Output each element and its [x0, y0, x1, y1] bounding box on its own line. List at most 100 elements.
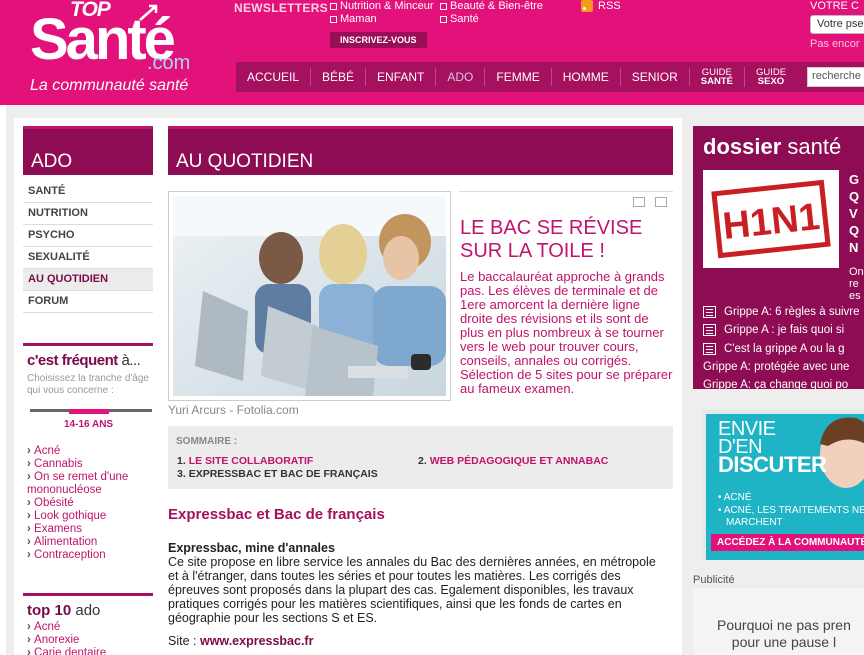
nav-item-homme[interactable]: HOMME — [552, 68, 621, 86]
summary-item-3[interactable]: 3. EXPRESSBAC ET BAC DE FRANÇAIS — [177, 468, 378, 480]
photo-credit: Yuri Arcurs - Fotolia.com — [168, 403, 299, 417]
top10-list: Acné Anorexie Carie dentaire — [27, 621, 106, 655]
nav-guide-line: SANTÉ — [700, 76, 733, 87]
frequent-title-bold: c'est fréquent — [27, 352, 118, 369]
left-menu-item-nutrition[interactable]: NUTRITION — [23, 203, 153, 225]
banner-line-bold: DISCUTER — [718, 452, 827, 477]
summary-item-link[interactable]: WEB PÉDAGOGIQUE ET ANNABAC — [430, 455, 609, 467]
summary-box: SOMMAIRE : 1. LE SITE COLLABORATIF 2. WE… — [168, 426, 673, 489]
list-item[interactable]: On se remet d'une — [27, 471, 128, 484]
site-link[interactable]: www.expressbac.fr — [200, 634, 313, 648]
frequent-title: c'est fréquent à... — [23, 343, 153, 373]
nav-item-guide-sante[interactable]: GUIDE SANTÉ — [690, 67, 745, 87]
banner-bullet[interactable]: • ACNÉ, LES TRAITEMENTS NE — [718, 505, 864, 516]
nav-item-accueil[interactable]: ACCUEIL — [236, 68, 312, 86]
h1n1-image[interactable]: H1N1 — [703, 170, 839, 268]
nav-item-femme[interactable]: FEMME — [485, 68, 552, 86]
summary-label: SOMMAIRE : — [176, 436, 238, 447]
site-logo[interactable]: TOP Santé .com La communauté santé — [30, 0, 220, 100]
community-cta-button[interactable]: ACCÉDEZ À LA COMMUNAUTÉ — [711, 534, 864, 551]
print-icon[interactable] — [655, 197, 667, 207]
main-nav: ACCUEIL BÉBÉ ENFANT ADO FEMME HOMME SENI… — [236, 62, 864, 92]
h1n1-stamp-text: H1N1 — [721, 196, 822, 248]
list-item[interactable]: Cannabis — [27, 458, 128, 471]
left-menu-item-sexualite[interactable]: SEXUALITÉ — [23, 247, 153, 269]
dossier-side-line: G — [849, 172, 860, 187]
banner-bullet[interactable]: MARCHENT — [726, 517, 783, 528]
account-label: VOTRE C — [810, 0, 859, 12]
summary-item-number: 3. — [177, 468, 186, 480]
summary-item-link[interactable]: LE SITE COLLABORATIF — [189, 455, 314, 467]
article-body: Ce site propose en libre service les ann… — [168, 555, 656, 625]
summary-item-2[interactable]: 2. WEB PÉDAGOGIQUE ET ANNABAC — [418, 455, 608, 467]
ad-text: Pourquoi ne pas pren pour une pause l — [717, 617, 851, 651]
nav-guide-line: SEXO — [757, 76, 785, 87]
ad-text-line: Pourquoi ne pas pren — [717, 617, 851, 633]
newsletter-option-maman[interactable]: Maman — [330, 13, 377, 25]
list-item[interactable]: Carie dentaire — [27, 647, 106, 655]
summary-item-number: 2. — [418, 455, 427, 467]
newsletter-option-sante[interactable]: Santé — [440, 13, 479, 25]
banner-bullet[interactable]: • ACNÉ — [718, 492, 752, 503]
rss-link[interactable]: RSS — [581, 0, 621, 12]
left-menu-item-forum[interactable]: FORUM — [23, 291, 153, 313]
checkbox-icon[interactable] — [330, 15, 337, 23]
subscribe-button[interactable]: INSCRIVEZ-VOUS — [330, 32, 427, 48]
left-menu-item-au-quotidien[interactable]: AU QUOTIDIEN — [23, 269, 153, 291]
list-item[interactable]: Acné — [27, 621, 106, 634]
dossier-side-small-line: es — [849, 290, 861, 302]
dossier-side-text: G Q V Q N — [849, 171, 859, 256]
list-item[interactable]: Contraception — [27, 549, 128, 562]
community-banner[interactable]: ENVIE D'EN DISCUTER • ACNÉ • ACNÉ, LES T… — [703, 410, 864, 560]
newsletter-option-nutrition[interactable]: Nutrition & Minceur — [330, 0, 434, 12]
students-laptops-image — [173, 196, 446, 396]
checkbox-icon[interactable] — [440, 15, 447, 23]
checkbox-icon[interactable] — [440, 2, 447, 10]
list-item[interactable]: Acné — [27, 445, 128, 458]
age-slider-thumb[interactable] — [69, 409, 109, 414]
nav-item-senior[interactable]: SENIOR — [621, 68, 690, 86]
dossier-side-line: Q — [849, 189, 860, 204]
search-input[interactable]: recherche — [807, 67, 864, 87]
nav-item-guide-sexo[interactable]: GUIDE SEXO — [745, 67, 797, 87]
ad-label: Publicité — [693, 574, 735, 586]
nav-item-ado[interactable]: ADO — [436, 68, 486, 86]
account-username-input[interactable]: Votre pse — [810, 15, 864, 34]
list-item[interactable]: Alimentation — [27, 536, 128, 549]
left-menu-item-sante[interactable]: SANTÉ — [23, 181, 153, 203]
list-item[interactable]: mononucléose — [27, 484, 128, 497]
checkbox-icon[interactable] — [330, 2, 337, 10]
email-icon[interactable] — [633, 197, 645, 207]
dossier-side-small-line: re — [849, 278, 859, 290]
signup-link[interactable]: Pas encor — [810, 38, 860, 50]
dossier-link-3[interactable]: C'est la grippe A ou la g — [703, 343, 844, 355]
newsletter-option-beaute[interactable]: Beauté & Bien-être — [440, 0, 543, 12]
dossier-link-2[interactable]: Grippe A : je fais quoi si — [703, 324, 844, 336]
list-item[interactable]: Obésité — [27, 497, 128, 510]
document-icon — [703, 306, 716, 318]
summary-item-1[interactable]: 1. LE SITE COLLABORATIF — [177, 455, 313, 467]
dossier-link-5[interactable]: Grippe A: ça change quoi po — [703, 379, 848, 389]
h1n1-stamp-icon: H1N1 — [711, 179, 831, 259]
newsletters-label: NEWSLETTERS — [234, 1, 328, 15]
dossier-link-4[interactable]: Grippe A: protégée avec une — [703, 361, 849, 373]
frequent-list: Acné Cannabis On se remet d'une mononucl… — [27, 445, 128, 562]
dossier-link-1[interactable]: Grippe A: 6 règles à suivre — [703, 306, 860, 318]
ad-banner[interactable]: Pourquoi ne pas pren pour une pause l — [693, 588, 864, 655]
rss-label: RSS — [598, 0, 621, 12]
left-menu-item-psycho[interactable]: PSYCHO — [23, 225, 153, 247]
list-item[interactable]: Anorexie — [27, 634, 106, 647]
page-title: AU QUOTIDIEN — [168, 126, 673, 175]
community-banner-title: ENVIE D'EN DISCUTER — [718, 419, 827, 477]
list-item[interactable]: Examens — [27, 523, 128, 536]
age-range-label: 14-16 ANS — [64, 419, 114, 430]
summary-item-number: 1. — [177, 455, 186, 467]
frequent-title-rest: à... — [121, 352, 141, 369]
document-icon — [703, 324, 716, 336]
rss-icon — [581, 0, 593, 12]
list-item[interactable]: Look gothique — [27, 510, 128, 523]
nav-item-enfant[interactable]: ENFANT — [366, 68, 437, 86]
site-header: TOP Santé .com La communauté santé NEWSL… — [0, 0, 864, 105]
nav-item-bebe[interactable]: BÉBÉ — [311, 68, 367, 86]
document-icon — [703, 343, 716, 355]
